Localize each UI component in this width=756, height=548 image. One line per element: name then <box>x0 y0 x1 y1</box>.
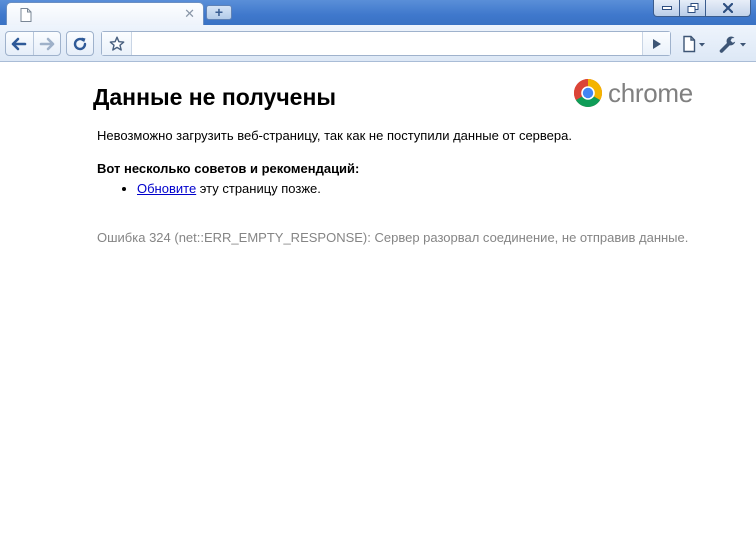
omnibox <box>101 31 671 56</box>
tab-close-icon[interactable]: ✕ <box>184 5 195 23</box>
suggestion-item: Обновите эту страницу позже. <box>137 181 321 197</box>
page-icon <box>20 8 32 22</box>
restore-icon <box>687 3 698 13</box>
chrome-wordmark: chrome <box>608 78 693 108</box>
back-button[interactable] <box>6 32 33 55</box>
restore-button[interactable] <box>680 0 706 17</box>
minimize-icon <box>661 6 672 10</box>
close-window-button[interactable] <box>706 0 751 17</box>
page-content: chrome Данные не получены Невозможно заг… <box>0 62 756 548</box>
window-controls <box>653 0 751 17</box>
active-tab[interactable]: ✕ <box>6 2 204 25</box>
bookmark-star-button[interactable] <box>102 32 132 55</box>
browser-toolbar <box>0 25 756 62</box>
forward-arrow-icon <box>39 37 55 50</box>
minimize-button[interactable] <box>653 0 680 17</box>
address-input[interactable] <box>132 32 642 55</box>
suggestion-text: эту страницу позже. <box>196 181 321 196</box>
suggestions-heading: Вот несколько советов и рекомендаций: <box>97 161 360 176</box>
close-icon <box>723 3 733 13</box>
error-summary: Невозможно загрузить веб-страницу, так к… <box>97 128 572 143</box>
wrench-menu-button[interactable] <box>718 33 750 55</box>
chrome-logo-icon <box>574 79 602 107</box>
tab-strip: ✕ + <box>0 0 756 25</box>
reload-button[interactable] <box>66 31 94 56</box>
reload-icon <box>73 37 87 50</box>
chrome-brand: chrome <box>573 78 693 108</box>
error-title: Данные не получены <box>93 84 337 110</box>
nav-buttons <box>5 31 61 56</box>
back-arrow-icon <box>11 37 27 50</box>
star-icon <box>109 36 124 51</box>
go-arrow-icon <box>652 38 661 49</box>
page-menu-button[interactable] <box>680 33 710 55</box>
wrench-icon <box>719 36 746 53</box>
forward-button[interactable] <box>32 32 61 55</box>
browser-window: ✕ + chrome Данные не получены Невозможно… <box>0 0 756 548</box>
new-tab-button[interactable]: + <box>206 4 232 20</box>
suggestions-list: Обновите эту страницу позже. <box>97 181 321 197</box>
page-menu-icon <box>683 35 705 53</box>
error-details: Ошибка 324 (net::ERR_EMPTY_RESPONSE): Се… <box>97 230 689 245</box>
reload-link[interactable]: Обновите <box>137 181 196 196</box>
plus-icon: + <box>214 4 224 20</box>
go-button[interactable] <box>642 32 670 55</box>
